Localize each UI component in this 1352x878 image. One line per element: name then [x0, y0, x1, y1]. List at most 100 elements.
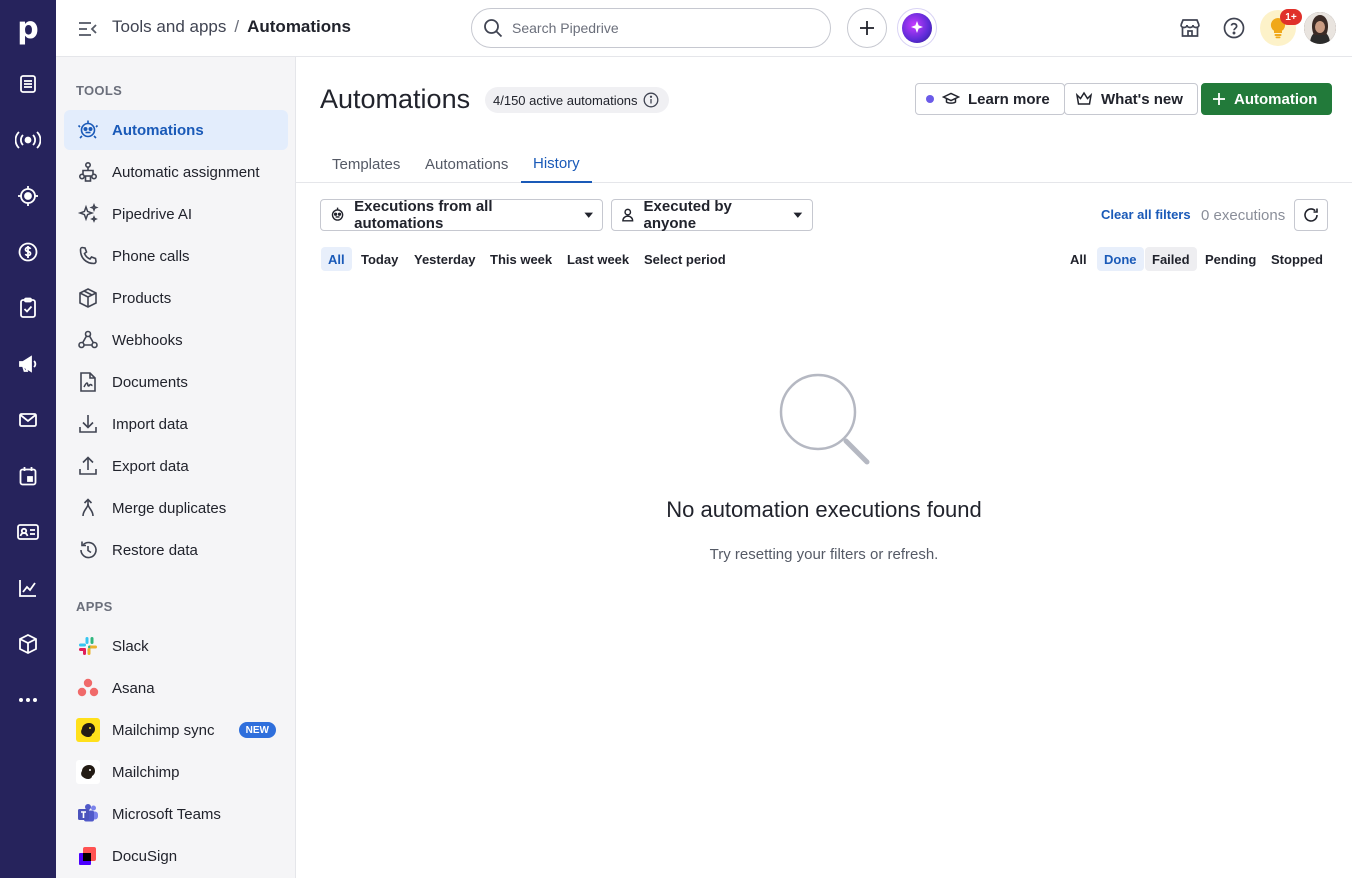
- sidebar-item-phone-calls[interactable]: Phone calls: [64, 236, 288, 276]
- sidebar-item-label: Products: [112, 289, 172, 307]
- sidebar-item-import-data[interactable]: Import data: [64, 404, 288, 444]
- add-automation-button[interactable]: Automation: [1201, 83, 1333, 115]
- sidebar-item-products[interactable]: Products: [64, 278, 288, 318]
- executions-count: 0 executions: [1201, 207, 1286, 224]
- ai-assistant-button[interactable]: [897, 8, 937, 48]
- plus-icon: [1213, 93, 1225, 105]
- sidebar-item-label: Slack: [112, 637, 149, 655]
- empty-state-title: No automation executions found: [666, 497, 982, 522]
- sidebar-item-automations[interactable]: Automations: [64, 110, 288, 150]
- learn-more-button[interactable]: Learn more: [915, 83, 1065, 115]
- tab-history[interactable]: History: [521, 145, 592, 183]
- campaigns-icon[interactable]: [8, 344, 48, 384]
- pipedrive-logo[interactable]: p: [0, 0, 56, 56]
- tabs: Templates Automations History: [296, 145, 1352, 183]
- status-filter-all[interactable]: All: [1063, 247, 1094, 271]
- box-icon: [76, 286, 100, 310]
- help-icon[interactable]: [1222, 16, 1246, 40]
- search-box[interactable]: [471, 8, 831, 48]
- status-filter-stopped[interactable]: Stopped: [1264, 247, 1330, 271]
- period-filter-all[interactable]: All: [321, 247, 352, 271]
- avatar[interactable]: [1304, 12, 1336, 44]
- whats-new-button[interactable]: What's new: [1064, 83, 1198, 115]
- target-icon[interactable]: [8, 176, 48, 216]
- sidebar-item-microsoft-teams[interactable]: Microsoft Teams: [64, 794, 288, 834]
- products-icon[interactable]: [8, 624, 48, 664]
- automation-filter-dropdown[interactable]: Executions from all automations: [320, 198, 603, 232]
- status-filter-failed[interactable]: Failed: [1145, 247, 1197, 271]
- new-badge: NEW: [238, 722, 276, 738]
- refresh-button[interactable]: [1294, 199, 1328, 231]
- sidebar-item-export-data[interactable]: Export data: [64, 446, 288, 486]
- user-filter-dropdown[interactable]: Executed by anyone: [611, 198, 813, 232]
- contacts-icon[interactable]: [8, 512, 48, 552]
- clear-filters-link[interactable]: Clear all filters: [1101, 207, 1191, 222]
- calendar-icon[interactable]: [8, 456, 48, 496]
- period-filter-today[interactable]: Today: [354, 247, 405, 271]
- sidebar-item-label: Import data: [112, 415, 188, 433]
- breadcrumb-current: Automations: [247, 17, 351, 36]
- sidebar-item-webhooks[interactable]: Webhooks: [64, 320, 288, 360]
- sidebar-item-merge-duplicates[interactable]: Merge duplicates: [64, 488, 288, 528]
- status-filter-pending[interactable]: Pending: [1198, 247, 1263, 271]
- sidebar-item-pipedrive-ai[interactable]: Pipedrive AI: [64, 194, 288, 234]
- leads-icon[interactable]: [8, 120, 48, 160]
- tab-templates[interactable]: Templates: [320, 145, 412, 183]
- magnifier-icon: [778, 373, 872, 467]
- sidebar-item-mailchimp-sync[interactable]: Mailchimp sync NEW: [64, 710, 288, 750]
- user-filter-label: Executed by anyone: [643, 198, 732, 232]
- period-filter-this-week[interactable]: This week: [483, 247, 559, 271]
- breadcrumb-parent[interactable]: Tools and apps: [112, 17, 226, 37]
- period-filter-yesterday[interactable]: Yesterday: [407, 247, 482, 271]
- sidebar-item-label: Phone calls: [112, 247, 190, 265]
- merge-icon: [76, 496, 100, 520]
- search-input[interactable]: [512, 20, 812, 36]
- notification-badge: 1+: [1280, 9, 1302, 25]
- collapse-menu-icon[interactable]: [76, 17, 100, 41]
- apps-section-title: APPS: [76, 599, 113, 614]
- refresh-icon: [1304, 208, 1318, 222]
- empty-state-subtitle: Try resetting your filters or refresh.: [709, 546, 939, 563]
- tasks-icon[interactable]: [8, 288, 48, 328]
- sidebar-item-docusign[interactable]: DocuSign: [64, 836, 288, 876]
- sidebar-item-documents[interactable]: Documents: [64, 362, 288, 402]
- period-filter-select-period[interactable]: Select period: [637, 247, 733, 271]
- top-bar: Tools and apps / Automations 1+: [56, 0, 1352, 57]
- period-filter-last-week[interactable]: Last week: [560, 247, 636, 271]
- sparkle-icon: [911, 21, 923, 33]
- sidebar-item-mailchimp[interactable]: Mailchimp: [64, 752, 288, 792]
- insights-icon[interactable]: [8, 568, 48, 608]
- breadcrumb: Tools and apps / Automations: [112, 17, 351, 37]
- marketplace-icon[interactable]: [1178, 16, 1202, 40]
- sidebar-item-slack[interactable]: Slack: [64, 626, 288, 666]
- sidebar: TOOLS Automations Automatic assignment P…: [56, 57, 296, 878]
- more-icon[interactable]: [8, 680, 48, 720]
- sparkle-icon: [76, 202, 100, 226]
- sidebar-item-label: Documents: [112, 373, 188, 391]
- add-automation-label: Automation: [1234, 90, 1318, 108]
- robot-icon: [76, 118, 100, 142]
- info-icon[interactable]: [643, 92, 659, 108]
- sidebar-item-label: Webhooks: [112, 331, 183, 349]
- sidebar-item-restore-data[interactable]: Restore data: [64, 530, 288, 570]
- document-icon: [76, 370, 100, 394]
- phone-icon: [76, 244, 100, 268]
- webhook-icon: [76, 328, 100, 352]
- sidebar-item-label: Asana: [112, 679, 155, 697]
- quick-add-button[interactable]: [847, 8, 887, 48]
- mail-icon[interactable]: [8, 400, 48, 440]
- sidebar-item-asana[interactable]: Asana: [64, 668, 288, 708]
- asana-icon: [76, 676, 100, 700]
- download-icon: [76, 412, 100, 436]
- status-filter-done[interactable]: Done: [1097, 247, 1144, 271]
- left-nav-rail: p: [0, 0, 56, 878]
- sidebar-item-label: Pipedrive AI: [112, 205, 193, 223]
- tab-automations[interactable]: Automations: [413, 145, 520, 183]
- plus-icon: [860, 21, 874, 35]
- page-title: Automations: [320, 84, 471, 114]
- dollar-icon[interactable]: [8, 232, 48, 272]
- sidebar-item-label: DocuSign: [112, 847, 178, 865]
- deals-icon[interactable]: [8, 64, 48, 104]
- sidebar-item-automatic-assignment[interactable]: Automatic assignment: [64, 152, 288, 192]
- sidebar-item-label: Mailchimp sync: [112, 721, 215, 739]
